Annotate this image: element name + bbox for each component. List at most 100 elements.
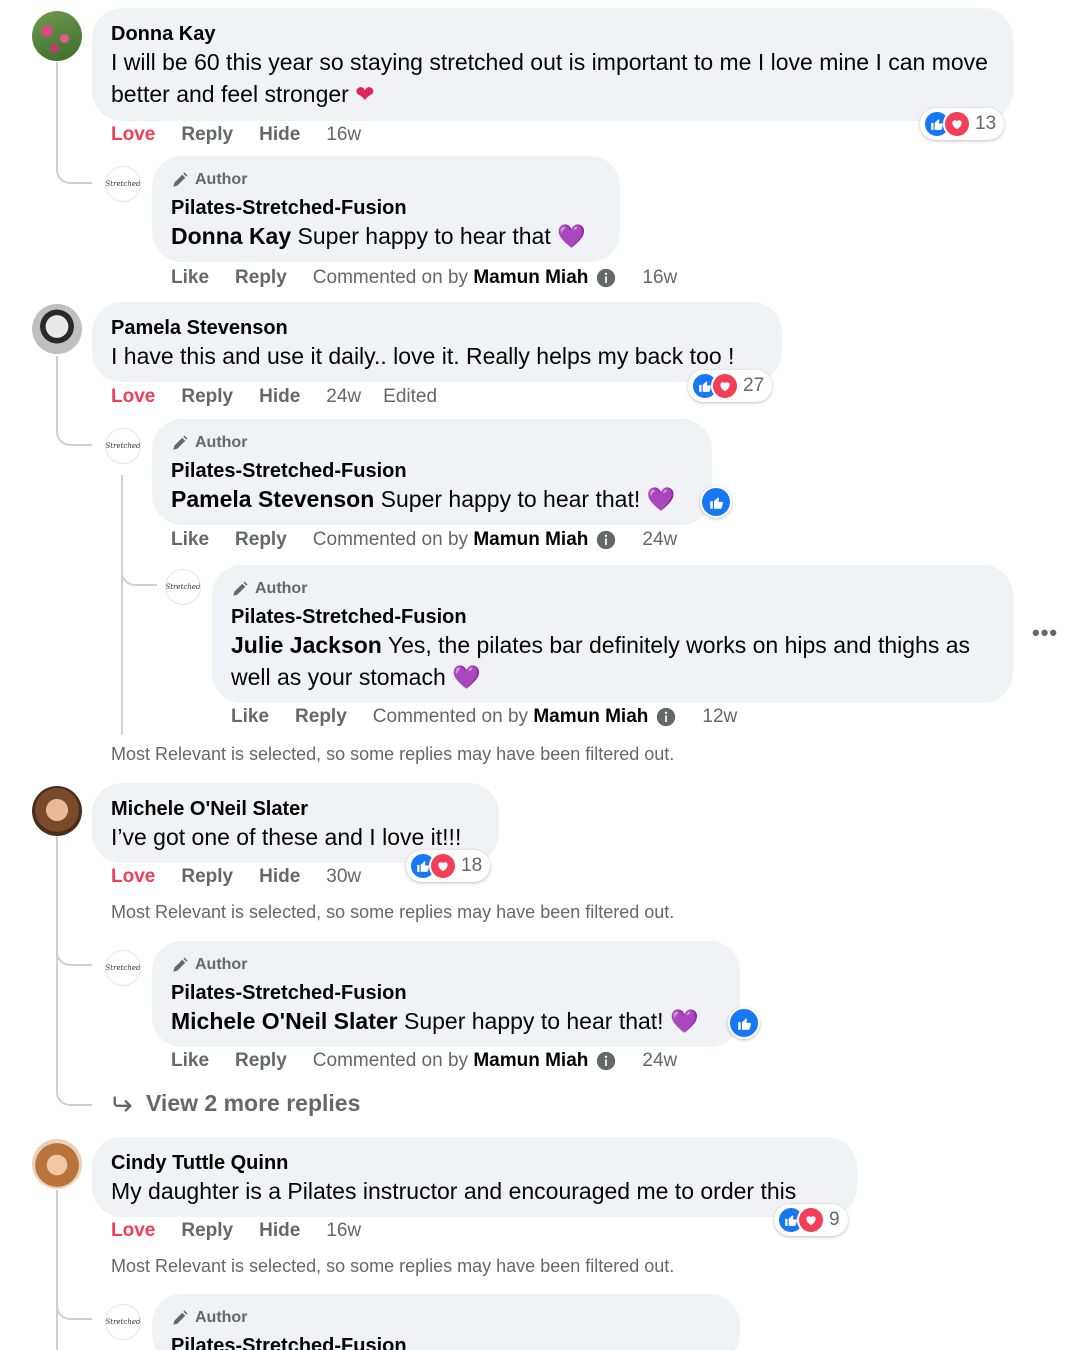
mention[interactable]: Donna Kay xyxy=(171,223,291,249)
page-name[interactable]: Pilates-Stretched-Fusion xyxy=(171,1334,721,1350)
like-button[interactable]: Like xyxy=(171,529,209,551)
reply-button[interactable]: Reply xyxy=(235,1050,287,1072)
commenter-name[interactable]: Cindy Tuttle Quinn xyxy=(111,1151,838,1175)
comment-text: I have this and use it daily.. love it. … xyxy=(111,343,735,369)
info-icon[interactable] xyxy=(596,268,616,288)
info-icon[interactable] xyxy=(656,707,676,727)
edited-label: Edited xyxy=(383,386,438,407)
reply-text: Julie Jackson Yes, the pilates bar defin… xyxy=(231,629,994,693)
view-more-label: View 2 more replies xyxy=(146,1090,361,1116)
love-button[interactable]: Love xyxy=(111,1220,155,1242)
commenter-name[interactable]: Donna Kay xyxy=(111,22,994,46)
author-label: Author xyxy=(195,956,248,973)
thread-connector xyxy=(56,1070,92,1106)
reply-bubble: Author Pilates-Stretched-Fusion Donna Ka… xyxy=(152,156,620,262)
reply-button[interactable]: Reply xyxy=(181,124,233,146)
info-icon[interactable] xyxy=(596,1051,616,1071)
comment-bubble: Cindy Tuttle Quinn My daughter is a Pila… xyxy=(92,1137,857,1217)
admin-name[interactable]: Mamun Miah xyxy=(473,267,588,288)
page-avatar[interactable]: Stretched xyxy=(105,1304,141,1340)
filter-note: Most Relevant is selected, so some repli… xyxy=(111,902,675,922)
reaction-count: 9 xyxy=(829,1209,840,1230)
love-button[interactable]: Love xyxy=(111,386,155,408)
pencil-icon xyxy=(173,957,188,972)
hide-button[interactable]: Hide xyxy=(259,386,300,408)
reactions-summary[interactable]: 18 xyxy=(406,850,491,882)
thread-line xyxy=(56,836,58,1086)
reactions-summary[interactable]: 9 xyxy=(774,1204,848,1236)
page-name[interactable]: Pilates-Stretched-Fusion xyxy=(171,196,601,220)
page-name[interactable]: Pilates-Stretched-Fusion xyxy=(171,459,693,483)
reply-actions: Like Reply Commented on by Mamun Miah 24… xyxy=(171,1050,699,1072)
filter-note: Most Relevant is selected, so some repli… xyxy=(111,1256,675,1276)
page-name[interactable]: Pilates-Stretched-Fusion xyxy=(231,605,994,629)
admin-name[interactable]: Mamun Miah xyxy=(473,1050,588,1071)
commenter-name[interactable]: Michele O'Neil Slater xyxy=(111,797,480,821)
pencil-icon xyxy=(173,172,188,187)
thread-connector xyxy=(56,412,92,446)
like-button[interactable]: Like xyxy=(171,1050,209,1072)
page-avatar[interactable]: Stretched xyxy=(165,569,201,605)
comment-actions: Love Reply Hide 16w xyxy=(111,124,383,146)
reply-button[interactable]: Reply xyxy=(295,706,347,728)
avatar[interactable] xyxy=(32,11,82,61)
hide-button[interactable]: Hide xyxy=(259,1220,300,1242)
view-more-replies-button[interactable]: View 2 more replies xyxy=(112,1090,360,1117)
admin-name[interactable]: Mamun Miah xyxy=(473,529,588,550)
purple-heart-icon: 💜 xyxy=(557,223,586,249)
pencil-icon xyxy=(173,435,188,450)
author-badge: Author xyxy=(171,433,693,453)
commenter-name[interactable]: Pamela Stevenson xyxy=(111,316,763,340)
page-logo: Stretched xyxy=(105,180,141,188)
avatar[interactable] xyxy=(32,1139,82,1189)
comment-actions: Love Reply Hide 16w xyxy=(111,1220,383,1242)
page-name[interactable]: Pilates-Stretched-Fusion xyxy=(171,981,721,1005)
reply-button[interactable]: Reply xyxy=(235,267,287,289)
hide-button[interactable]: Hide xyxy=(259,124,300,146)
pencil-icon xyxy=(233,581,248,596)
comment-actions: Love Reply Hide 30w xyxy=(111,866,383,888)
timestamp[interactable]: 16w xyxy=(326,124,361,146)
mention[interactable]: Julie Jackson xyxy=(231,632,382,658)
reactions-summary[interactable]: 27 xyxy=(688,370,773,402)
avatar[interactable] xyxy=(32,304,82,354)
admin-name[interactable]: Mamun Miah xyxy=(533,706,648,727)
reply-actions: Like Reply Commented on by Mamun Miah 24… xyxy=(171,529,699,551)
mention[interactable]: Michele O'Neil Slater xyxy=(171,1008,398,1034)
reply-actions: Like Reply Commented on by Mamun Miah 12… xyxy=(231,706,759,728)
mention[interactable]: Pamela Stevenson xyxy=(171,486,374,512)
author-badge: Author xyxy=(171,170,601,190)
page-avatar[interactable]: Stretched xyxy=(105,950,141,986)
page-avatar[interactable]: Stretched xyxy=(105,428,141,464)
like-reaction-icon[interactable] xyxy=(700,486,732,518)
reply-button[interactable]: Reply xyxy=(181,386,233,408)
hide-button[interactable]: Hide xyxy=(259,866,300,888)
more-options-icon[interactable]: ••• xyxy=(1032,620,1058,646)
reply-button[interactable]: Reply xyxy=(181,1220,233,1242)
timestamp[interactable]: 24w xyxy=(642,1050,677,1072)
timestamp[interactable]: 24w xyxy=(326,386,361,408)
love-button[interactable]: Love xyxy=(111,124,155,146)
reactions-summary[interactable]: 13 xyxy=(920,108,1005,140)
timestamp[interactable]: 24w xyxy=(642,529,677,551)
timestamp[interactable]: 30w xyxy=(326,866,361,888)
reply-button[interactable]: Reply xyxy=(235,529,287,551)
thread-line xyxy=(121,600,123,735)
like-button[interactable]: Like xyxy=(231,706,269,728)
reply-text: Pamela Stevenson Super happy to hear tha… xyxy=(171,483,693,515)
info-icon[interactable] xyxy=(596,530,616,550)
timestamp[interactable]: 16w xyxy=(642,267,677,289)
author-label: Author xyxy=(195,171,248,188)
timestamp[interactable]: 12w xyxy=(702,706,737,728)
author-label: Author xyxy=(255,580,308,597)
reply-bubble: Author Pilates-Stretched-Fusion Pamela S… xyxy=(152,419,712,525)
page-avatar[interactable]: Stretched xyxy=(105,166,141,202)
commented-by-label: Commented on by xyxy=(372,706,529,727)
reply-button[interactable]: Reply xyxy=(181,866,233,888)
comment-text: My daughter is a Pilates instructor and … xyxy=(111,1178,797,1204)
like-button[interactable]: Like xyxy=(171,267,209,289)
like-reaction-icon[interactable] xyxy=(728,1007,760,1039)
timestamp[interactable]: 16w xyxy=(326,1220,361,1242)
love-button[interactable]: Love xyxy=(111,866,155,888)
avatar[interactable] xyxy=(32,786,82,836)
